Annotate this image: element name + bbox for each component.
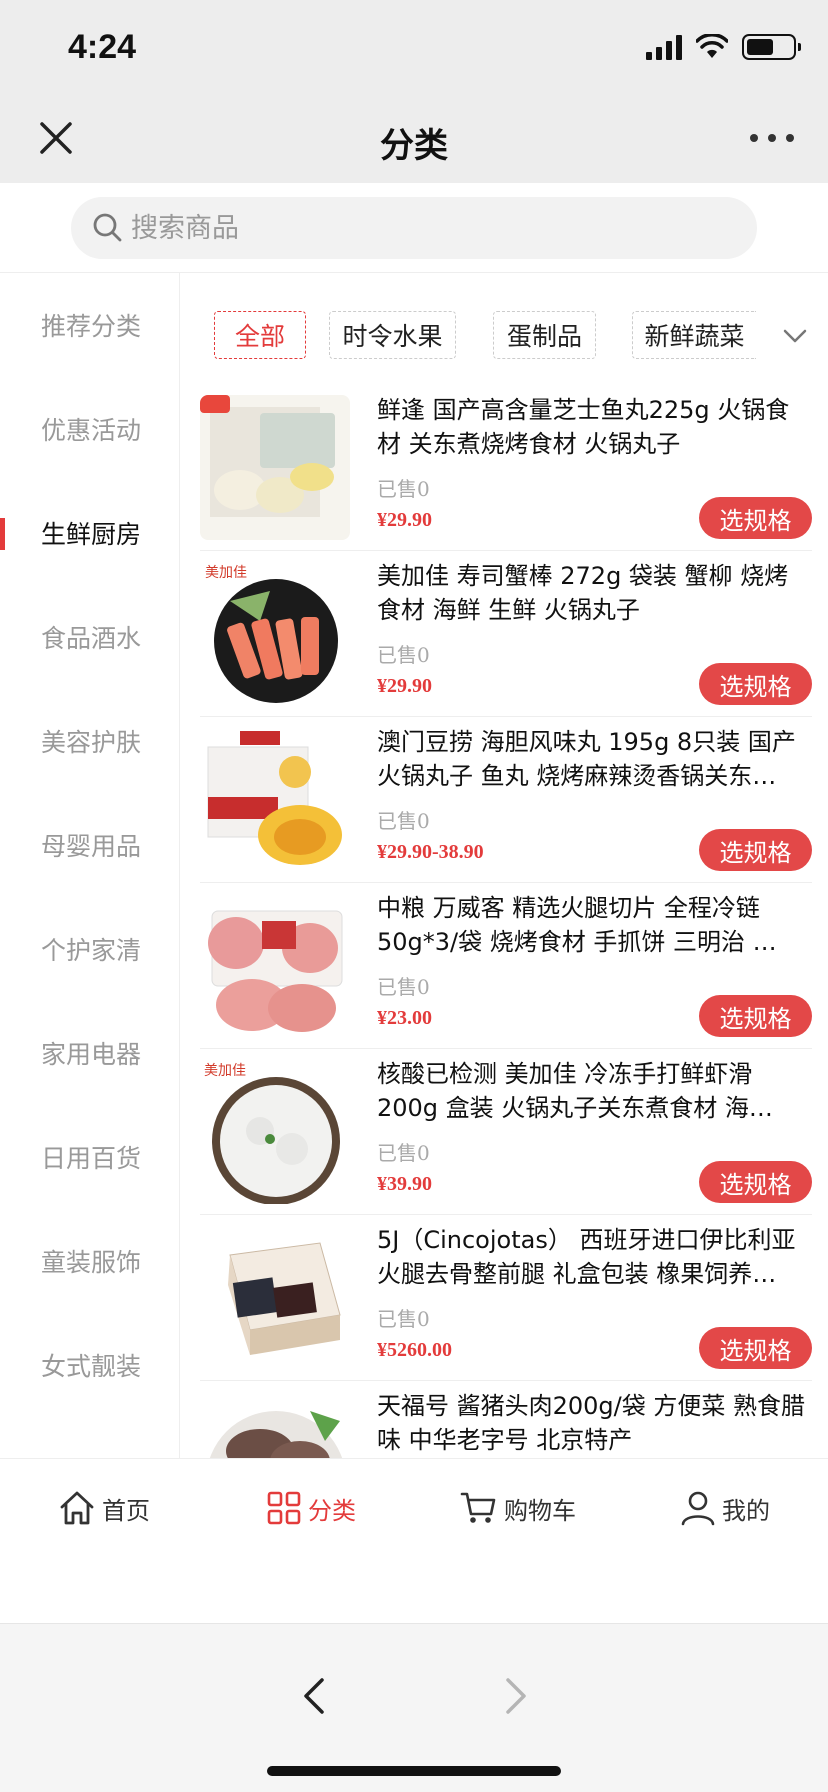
tab-fresh-vegetables[interactable]: 新鲜蔬菜	[632, 311, 756, 359]
search-box[interactable]	[71, 197, 757, 259]
product-image-iberico-ham-box	[200, 1225, 350, 1370]
bottom-tab-bar: 首页 分类 购物车 我的	[0, 1458, 828, 1623]
product-item[interactable]: 鲜逢 国产高含量芝士鱼丸225g 火锅食材 关东煮烧烤食材 火锅丸子 已售0 ¥…	[200, 385, 812, 551]
sidebar-item-personal-care[interactable]: 个护家清	[0, 897, 179, 1001]
sidebar-item-fresh-kitchen[interactable]: 生鲜厨房	[0, 481, 179, 585]
select-spec-button[interactable]: 选规格	[699, 829, 812, 871]
product-image-cheese-fishball	[200, 395, 350, 540]
tab-category[interactable]: 分类	[266, 1483, 356, 1533]
product-sold-count: 已售0	[377, 1307, 430, 1331]
product-item[interactable]: 天福号 酱猪头肉200g/袋 方便菜 熟食腊味 中华老字号 北京特产	[200, 1381, 812, 1458]
product-price: ¥5260.00	[377, 1339, 452, 1361]
product-title: 澳门豆捞 海胆风味丸 195g 8只装 国产火锅丸子 鱼丸 烧烤麻辣烫香锅关东…	[377, 728, 796, 790]
browser-nav-bar	[0, 1623, 828, 1792]
search-input[interactable]	[131, 212, 631, 244]
sidebar-item-promotions[interactable]: 优惠活动	[0, 377, 179, 481]
status-icons	[646, 34, 801, 60]
wifi-icon	[696, 34, 728, 58]
page-title: 分类	[380, 126, 448, 166]
product-list: 鲜逢 国产高含量芝士鱼丸225g 火锅食材 关东煮烧烤食材 火锅丸子 已售0 ¥…	[180, 385, 828, 1458]
grid-icon	[267, 1491, 301, 1525]
select-spec-button[interactable]: 选规格	[699, 995, 812, 1037]
tab-cart-label: 购物车	[504, 1496, 576, 1525]
status-time: 4:24	[68, 28, 137, 66]
sidebar-item-food-drinks[interactable]: 食品酒水	[0, 585, 179, 689]
tab-home[interactable]: 首页	[58, 1483, 150, 1533]
product-sold-count: 已售0	[377, 477, 430, 501]
product-image-sea-urchin-ball	[200, 727, 350, 872]
sidebar-item-beauty[interactable]: 美容护肤	[0, 689, 179, 793]
category-sidebar: 推荐分类 优惠活动 生鲜厨房 食品酒水 美容护肤 母婴用品 个护家清 家用电器 …	[0, 273, 180, 1458]
product-sold-count: 已售0	[377, 643, 430, 667]
product-price: ¥29.90	[377, 509, 432, 531]
sidebar-item-kids-clothing[interactable]: 童装服饰	[0, 1209, 179, 1313]
filter-tabs: 全部 时令水果 蛋制品 新鲜蔬菜	[180, 311, 828, 361]
svg-text:美加佳: 美加佳	[205, 565, 247, 581]
sidebar-item-womens-wear[interactable]: 女式靓装	[0, 1313, 179, 1417]
search-bar	[0, 183, 828, 273]
cart-icon	[460, 1492, 496, 1523]
chevron-down-icon[interactable]	[780, 321, 810, 351]
search-icon	[93, 213, 122, 242]
back-arrow-icon[interactable]	[294, 1674, 334, 1718]
signal-icon	[646, 34, 682, 60]
more-icon[interactable]	[750, 128, 794, 148]
svg-text:美加佳: 美加佳	[204, 1063, 246, 1079]
tab-all[interactable]: 全部	[214, 311, 306, 359]
product-image-braised-pork	[200, 1391, 350, 1458]
product-item[interactable]: 美加佳 核酸已检测 美加佳 冷冻手打鲜虾滑 200g 盒装 火锅丸子关东煮食材 …	[200, 1049, 812, 1215]
select-spec-button[interactable]: 选规格	[699, 663, 812, 705]
tab-seasonal-fruit[interactable]: 时令水果	[329, 311, 456, 359]
product-title: 天福号 酱猪头肉200g/袋 方便菜 熟食腊味 中华老字号 北京特产	[377, 1392, 806, 1454]
tab-profile[interactable]: 我的	[680, 1483, 770, 1533]
product-price: ¥29.90-38.90	[377, 841, 484, 863]
tab-category-label: 分类	[308, 1496, 356, 1525]
forward-arrow-icon[interactable]	[496, 1674, 536, 1718]
sidebar-item-appliances[interactable]: 家用电器	[0, 1001, 179, 1105]
home-icon	[60, 1491, 94, 1525]
product-title: 中粮 万威客 精选火腿切片 全程冷链50g*3/袋 烧烤食材 手抓饼 三明治 …	[377, 894, 777, 956]
select-spec-button[interactable]: 选规格	[699, 1161, 812, 1203]
product-sold-count: 已售0	[377, 809, 430, 833]
product-price: ¥39.90	[377, 1173, 432, 1195]
product-image-ham-slices	[200, 893, 350, 1038]
product-title: 鲜逢 国产高含量芝士鱼丸225g 火锅食材 关东煮烧烤食材 火锅丸子	[377, 396, 790, 458]
product-price: ¥29.90	[377, 675, 432, 697]
home-indicator	[267, 1766, 561, 1776]
product-title: 美加佳 寿司蟹棒 272g 袋装 蟹柳 烧烤食材 海鲜 生鲜 火锅丸子	[377, 562, 789, 624]
tab-egg-products[interactable]: 蛋制品	[493, 311, 596, 359]
product-item[interactable]: 5J（Cincojotas） 西班牙进口伊比利亚火腿去骨整前腿 礼盒包装 橡果饲…	[200, 1215, 812, 1381]
battery-icon	[742, 34, 801, 60]
select-spec-button[interactable]: 选规格	[699, 497, 812, 539]
product-sold-count: 已售0	[377, 1141, 430, 1165]
product-sold-count: 已售0	[377, 975, 430, 999]
product-item[interactable]: 美加佳 美加佳 寿司蟹棒 272g 袋装 蟹柳 烧烤食材 海鲜 生鲜 火锅丸子 …	[200, 551, 812, 717]
product-title: 核酸已检测 美加佳 冷冻手打鲜虾滑 200g 盒装 火锅丸子关东煮食材 海…	[377, 1060, 773, 1122]
sidebar-item-recommended[interactable]: 推荐分类	[0, 273, 179, 377]
user-icon	[681, 1491, 715, 1526]
product-image-crab-stick: 美加佳	[200, 561, 350, 706]
select-spec-button[interactable]: 选规格	[699, 1327, 812, 1369]
sidebar-item-daily-goods[interactable]: 日用百货	[0, 1105, 179, 1209]
tab-profile-label: 我的	[722, 1496, 770, 1525]
product-image-shrimp-paste: 美加佳	[200, 1059, 350, 1204]
sidebar-item-baby[interactable]: 母婴用品	[0, 793, 179, 897]
product-item[interactable]: 澳门豆捞 海胆风味丸 195g 8只装 国产火锅丸子 鱼丸 烧烤麻辣烫香锅关东……	[200, 717, 812, 883]
product-item[interactable]: 中粮 万威客 精选火腿切片 全程冷链50g*3/袋 烧烤食材 手抓饼 三明治 ……	[200, 883, 812, 1049]
tab-home-label: 首页	[102, 1496, 150, 1525]
tab-cart[interactable]: 购物车	[460, 1483, 576, 1533]
product-price: ¥23.00	[377, 1007, 432, 1029]
product-title: 5J（Cincojotas） 西班牙进口伊比利亚火腿去骨整前腿 礼盒包装 橡果饲…	[377, 1226, 796, 1288]
top-bar: 4:24 分类	[0, 0, 828, 183]
product-panel: 全部 时令水果 蛋制品 新鲜蔬菜 鲜逢 国产高含量芝士鱼丸225g 火锅食材 关…	[180, 273, 828, 1458]
